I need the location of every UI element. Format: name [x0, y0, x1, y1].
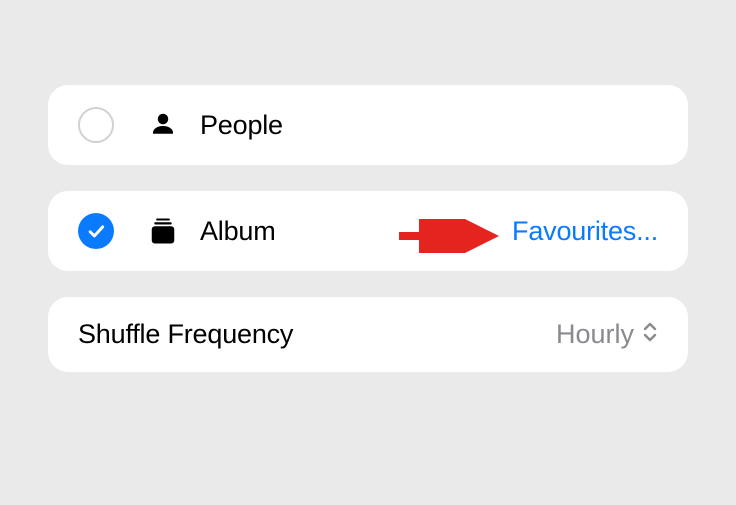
option-row-album[interactable]: Album Favourites... — [48, 191, 688, 271]
radio-unchecked-icon — [78, 107, 114, 143]
chevron-up-down-icon — [642, 321, 658, 348]
radio-checked-icon — [78, 213, 114, 249]
album-icon — [146, 216, 180, 246]
shuffle-value: Hourly — [556, 319, 634, 350]
option-row-people[interactable]: People — [48, 85, 688, 165]
option-label-people: People — [200, 110, 283, 141]
option-label-album: Album — [200, 216, 276, 247]
shuffle-frequency-row[interactable]: Shuffle Frequency Hourly — [48, 297, 688, 372]
shuffle-label: Shuffle Frequency — [78, 319, 293, 350]
people-icon — [146, 110, 180, 140]
album-value-link[interactable]: Favourites... — [512, 216, 658, 247]
